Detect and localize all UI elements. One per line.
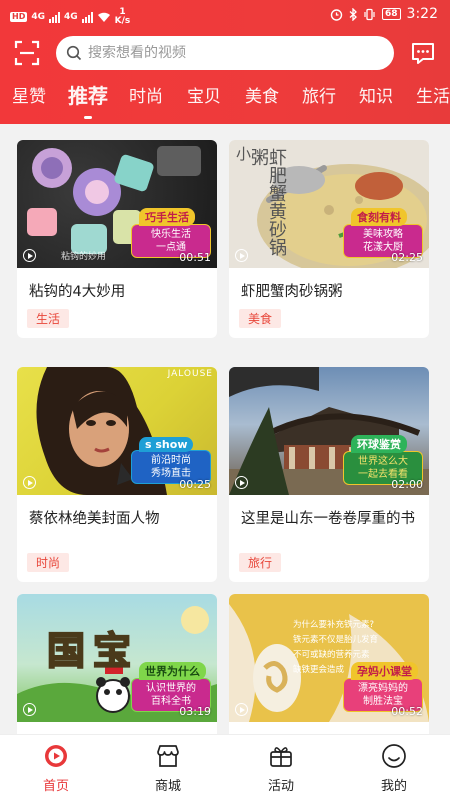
- clock-time: 3:22: [406, 6, 438, 22]
- battery-level: 68: [382, 8, 401, 20]
- tab-food[interactable]: 美食: [245, 82, 279, 107]
- badge-head: 食刻有料: [351, 208, 407, 226]
- speed-unit: K/s: [114, 16, 131, 26]
- tab-life[interactable]: 生活: [416, 82, 450, 107]
- nav-shop[interactable]: 商城: [128, 743, 208, 794]
- video-card[interactable]: 粘钩的妙用 巧手生活 快乐生活 一点通 00:51 粘钩的4大妙用 生活: [17, 140, 217, 338]
- play-icon: [23, 476, 36, 489]
- badge-head: 巧手生活: [139, 208, 195, 226]
- play-icon: [235, 249, 248, 262]
- alarm-icon: [330, 8, 343, 21]
- video-card[interactable]: 环球鉴赏 世界这么大 一起去看看 02:00 这里是山东一卷卷厚重的书 旅行: [229, 367, 429, 582]
- signal-label-2: 4G: [64, 12, 78, 22]
- video-duration: 02:25: [391, 251, 423, 264]
- wifi-icon: [97, 12, 110, 22]
- network-speed: 1 K/s: [115, 8, 131, 26]
- overlay-line: 铁元素不仅是胎儿发育: [293, 635, 379, 645]
- channel-badge: s show 前沿时尚 秀场直击: [131, 433, 211, 484]
- category-tag[interactable]: 旅行: [239, 553, 282, 572]
- badge-head: 世界为什么: [139, 662, 206, 680]
- home-play-icon: [45, 745, 67, 767]
- badge-head: s show: [139, 437, 194, 452]
- search-input[interactable]: [88, 45, 368, 61]
- nav-label: 我的: [380, 779, 407, 794]
- category-tag[interactable]: 生活: [27, 309, 70, 328]
- video-duration: 00:25: [179, 478, 211, 491]
- search-bar[interactable]: [56, 36, 394, 70]
- video-title[interactable]: 蔡依林绝美封面人物: [17, 508, 217, 552]
- active-tab-indicator: [84, 116, 92, 119]
- video-thumbnail[interactable]: 国宝 世界为什么 认识世界的 百科全书 03:19: [17, 594, 217, 722]
- video-duration: 02:00: [391, 478, 423, 491]
- vibrate-icon: [364, 8, 375, 20]
- tab-fashion[interactable]: 时尚: [129, 82, 163, 107]
- nav-label: 活动: [267, 779, 294, 794]
- video-thumbnail[interactable]: 环球鉴赏 世界这么大 一起去看看 02:00: [229, 367, 429, 495]
- signal-label-1: 4G: [31, 12, 45, 22]
- video-thumbnail[interactable]: 粘钩的妙用 巧手生活 快乐生活 一点通 00:51: [17, 140, 217, 268]
- video-duration: 00:51: [179, 251, 211, 264]
- category-tabs: 星赞 推荐 时尚 宝贝 美食 旅行 知识 生活: [0, 82, 450, 122]
- overlay-line: 为什么要补充铁元素?: [293, 620, 375, 630]
- video-thumbnail[interactable]: JALOUSE s show 前沿时尚 秀场直击 00:25: [17, 367, 217, 495]
- play-icon: [235, 476, 248, 489]
- video-card[interactable]: 国宝 世界为什么 认识世界的 百科全书 03:19: [17, 594, 217, 734]
- video-card[interactable]: JALOUSE s show 前沿时尚 秀场直击 00:25 蔡依林绝美封面人物…: [17, 367, 217, 582]
- smiley-icon: [382, 744, 406, 768]
- play-icon: [235, 703, 248, 716]
- app-header: HD 4G 4G 1K/s 68 3:22 星赞 推荐 时尚 宝贝 美: [0, 0, 450, 124]
- play-icon: [23, 703, 36, 716]
- tab-baby[interactable]: 宝贝: [187, 82, 221, 107]
- nav-label: 商城: [154, 779, 181, 794]
- nav-label: 首页: [42, 779, 69, 794]
- video-duration: 00:52: [391, 705, 423, 718]
- video-feed: 粘钩的妙用 巧手生活 快乐生活 一点通 00:51 粘钩的4大妙用 生活 小 虾: [0, 124, 450, 734]
- search-icon: [66, 45, 82, 61]
- thumbnail-overlay-text: JALOUSE: [167, 369, 213, 379]
- signal-bars-icon: [81, 11, 93, 23]
- category-tag[interactable]: 时尚: [27, 553, 70, 572]
- scan-icon[interactable]: [14, 40, 40, 66]
- video-duration: 03:19: [179, 705, 211, 718]
- tab-knowledge[interactable]: 知识: [359, 82, 393, 107]
- play-icon: [23, 249, 36, 262]
- badge-head: 环球鉴赏: [351, 435, 407, 453]
- category-tag[interactable]: 美食: [239, 309, 282, 328]
- nav-home[interactable]: 首页: [16, 743, 96, 794]
- nav-activity[interactable]: 活动: [241, 743, 321, 794]
- tab-travel[interactable]: 旅行: [302, 82, 336, 107]
- thumbnail-overlay-text: 国宝: [46, 628, 140, 674]
- gift-icon: [270, 747, 292, 767]
- video-title[interactable]: 这里是山东一卷卷厚重的书: [229, 508, 429, 552]
- tab-xingzan[interactable]: 星赞: [12, 82, 46, 107]
- tab-recommend[interactable]: 推荐: [68, 82, 108, 109]
- nav-profile[interactable]: 我的: [354, 743, 434, 794]
- bluetooth-icon: [349, 7, 357, 21]
- message-icon[interactable]: [410, 40, 436, 66]
- bottom-navigation: 首页 商城 活动 我的: [0, 734, 450, 800]
- thumbnail-overlay-text: 虾肥蟹黄砂锅粥: [248, 148, 287, 256]
- video-thumbnail[interactable]: 为什么要补充铁元素? 铁元素不仅是胎儿发育 不可或缺的营养元素 缺铁更会造成 孕…: [229, 594, 429, 722]
- video-thumbnail[interactable]: 小 虾肥蟹黄砂锅粥 食刻有料 美味攻略 花漾大厨 02:25: [229, 140, 429, 268]
- signal-bars-icon: [49, 11, 60, 23]
- video-card[interactable]: 为什么要补充铁元素? 铁元素不仅是胎儿发育 不可或缺的营养元素 缺铁更会造成 孕…: [229, 594, 429, 734]
- hd-badge: HD: [10, 12, 28, 22]
- status-bar: HD 4G 4G 1 K/s 68 3:22: [0, 0, 450, 30]
- badge-head: 孕妈小课堂: [351, 662, 418, 680]
- thumbnail-watermark: 粘钩的妙用: [61, 252, 107, 262]
- video-card[interactable]: 小 虾肥蟹黄砂锅粥 食刻有料 美味攻略 花漾大厨 02:25 虾肥蟹肉砂锅粥 美…: [229, 140, 429, 338]
- shop-icon: [157, 745, 179, 767]
